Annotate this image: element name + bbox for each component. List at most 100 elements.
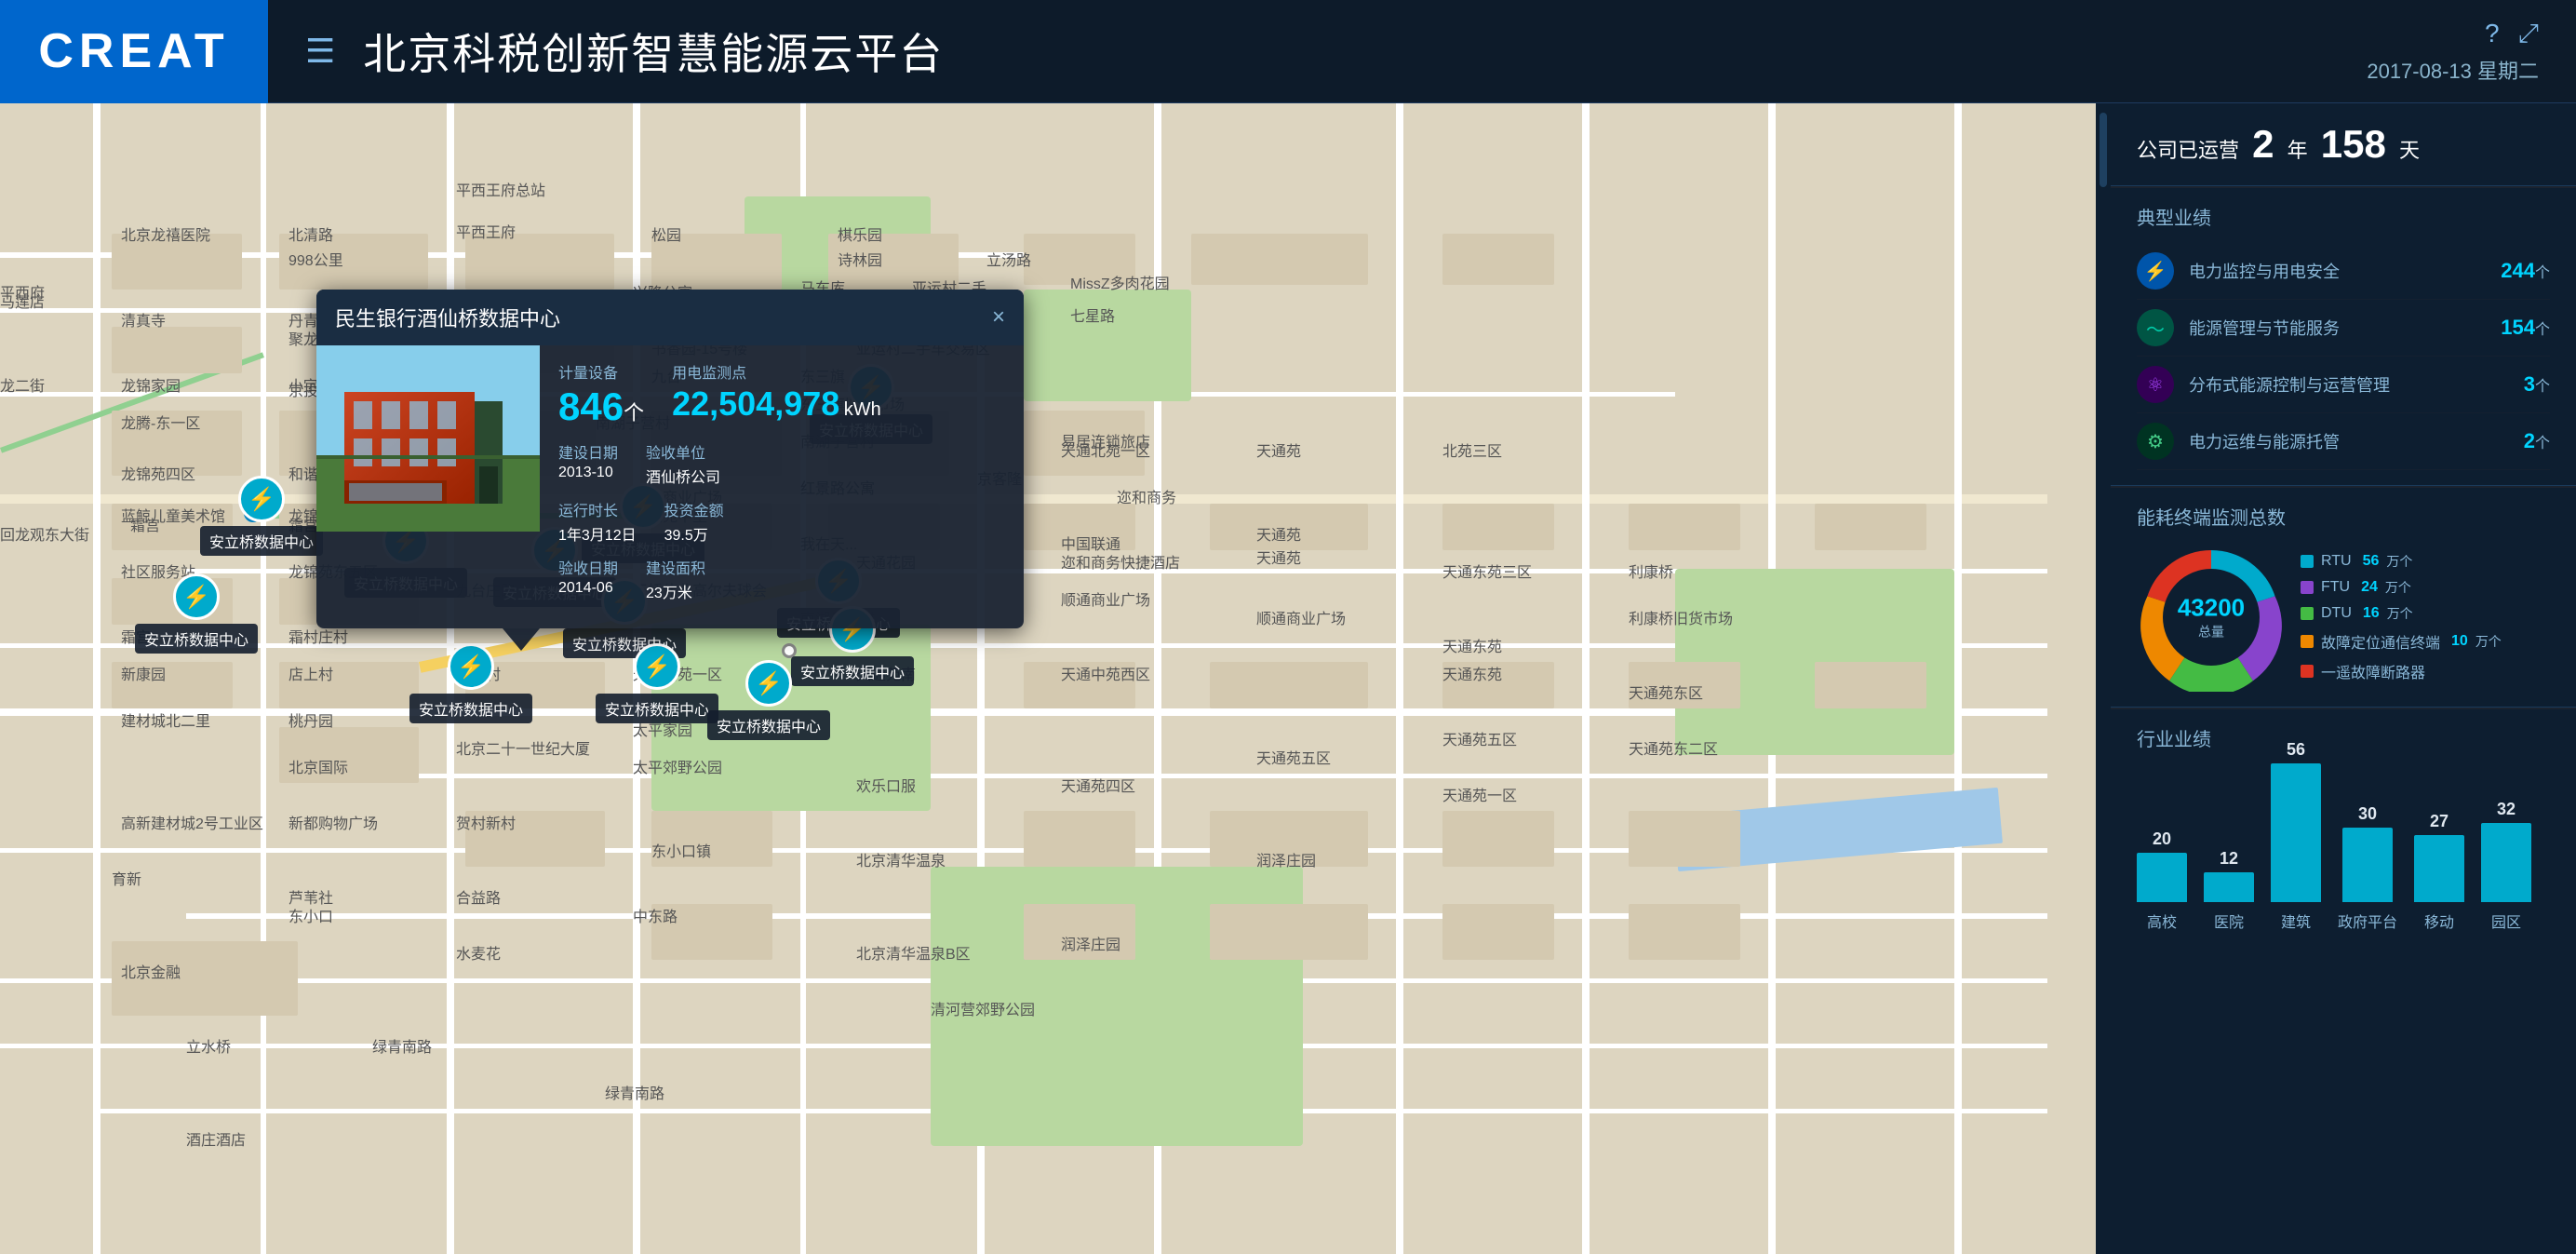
marker-label-9: 安立桥数据中心 (409, 694, 532, 723)
popup-row-4: 验收日期 2014-06 建设面积 23万米 (558, 556, 1005, 602)
datetime-label: 2017-08-13 星期二 (2367, 55, 2539, 85)
map-label: 利康桥旧货市场 (1629, 606, 1733, 628)
popup-field-build-date: 建设日期 2013-10 (558, 440, 618, 487)
map-label: 霜宫 (130, 513, 160, 535)
legend-text-breaker: 一遥故障断路器 (2321, 660, 2425, 682)
legend-dot-dtu (2301, 607, 2314, 620)
map-label: 北清路 (288, 222, 333, 245)
accept-date-value: 2014-06 (558, 580, 618, 597)
map-label: 清真寺 (121, 308, 166, 330)
logo-area: CREAT (0, 0, 268, 103)
block (1442, 811, 1554, 867)
marker-icon: ⚡ (634, 643, 680, 690)
map-label: 天通东苑 (1442, 662, 1502, 684)
marker-12[interactable]: ⚡ 安立桥数据中心 (707, 660, 830, 740)
marker-label-12: 安立桥数据中心 (707, 710, 830, 740)
map-label: 天通苑五区 (1442, 727, 1517, 749)
map-label: 天通苑 (1256, 546, 1301, 568)
right-panel: 公司已运营 2 年 158 天 典型业绩 ⚡ 电力监控与用电安全 244 个 〜… (2111, 103, 2576, 1254)
industry-perf-title: 行业业绩 (2137, 724, 2550, 751)
scroll-handle[interactable] (2100, 113, 2107, 187)
accept-org-label: 验收单位 (646, 440, 720, 463)
area-value: 23万米 (646, 580, 705, 602)
popup-field-runtime: 运行时长 1年3月12日 (558, 498, 637, 545)
energy-monitor-section: 能耗终端监测总数 (2111, 488, 2576, 708)
map-label: 欢乐口服 (856, 774, 916, 796)
block (1442, 234, 1554, 285)
marker-9[interactable]: ⚡ 安立桥数据中心 (409, 643, 532, 723)
build-date-label: 建设日期 (558, 440, 618, 463)
popup-content: 计量设备 846个 用电监测点 22,504,978 kWh (540, 345, 1024, 628)
block (1815, 504, 1926, 550)
donut-unit: 总量 (2178, 623, 2245, 641)
block (1815, 662, 1926, 708)
map-label: 天通苑东二区 (1629, 736, 1718, 759)
marker-icon: ⚡ (173, 573, 220, 620)
menu-icon[interactable]: ☰ (305, 32, 335, 71)
perf-item-4: ⚙ 电力运维与能源托管 2 个 (2137, 413, 2550, 470)
legend-unit-ftu: 万个 (2385, 578, 2411, 597)
popup-field-monitor: 用电监测点 22,504,978 kWh (672, 360, 881, 429)
map-label: 绿青南路 (605, 1081, 664, 1103)
expand-icon[interactable]: ⤢ (2518, 19, 2539, 49)
map-label: 利康桥 (1629, 560, 1673, 582)
marker-10[interactable]: ⚡ 安立桥数据中心 (596, 643, 718, 723)
perf-unit-2: 个 (2535, 317, 2550, 339)
map-label: 北京二十一世纪大厦 (456, 736, 590, 759)
popup-title: 民生银行酒仙桥数据中心 (335, 303, 560, 332)
marker-label-5: 安立桥数据中心 (135, 624, 258, 654)
legend-dot-breaker (2301, 665, 2314, 678)
legend-fault: 故障定位通信终端 10 万个 (2301, 630, 2502, 653)
accept-org-value: 酒仙桥公司 (646, 465, 720, 487)
road (1396, 103, 1403, 1254)
map-label: 平西王府总站 (456, 178, 545, 200)
map-label: 北京金融 (121, 960, 181, 982)
bar-val: 27 (2430, 812, 2449, 831)
marker-2[interactable]: ⚡ 安立桥数据中心 (200, 476, 323, 556)
legend-text-fault: 故障定位通信终端 (2321, 630, 2440, 653)
perf-icon-distributed: ⚛ (2137, 366, 2174, 403)
company-running-section: 公司已运营 2 年 158 天 (2111, 103, 2576, 186)
perf-item-2: 〜 能源管理与节能服务 154 个 (2137, 300, 2550, 357)
map-label: 天通苑四区 (1061, 774, 1135, 796)
accept-date-label: 验收日期 (558, 556, 618, 578)
device-count-value: 846个 (558, 384, 644, 429)
bar-val: 32 (2497, 800, 2516, 819)
legend-dtu: DTU 16 万个 (2301, 604, 2502, 623)
marker-5[interactable]: ⚡ 安立桥数据中心 (135, 573, 258, 654)
header-icons: ? ⤢ (2485, 19, 2539, 49)
map-label: 桃丹园 (288, 708, 333, 731)
map-label: 天通苑一区 (1442, 783, 1517, 805)
bar-val: 20 (2153, 829, 2171, 849)
build-date-value: 2013-10 (558, 465, 618, 481)
donut-chart: 43200 总量 (2137, 543, 2286, 692)
industry-perf-section: 行业业绩 20 高校 12 医院 56 建筑 30 政府平台 27 移动 32 … (2111, 709, 2576, 1254)
legend-rtu: RTU 56 万个 (2301, 552, 2502, 571)
legend-text-dtu: DTU (2321, 605, 2352, 622)
map-label: 天通苑五区 (1256, 746, 1331, 768)
days-value: 158 (2321, 122, 2386, 166)
marker-icon: ⚡ (448, 643, 494, 690)
road (93, 103, 101, 1254)
map-label: 北京清华温泉B区 (856, 941, 971, 964)
legend-dot-fault (2301, 635, 2314, 648)
block (1442, 504, 1554, 550)
map-label: 顺通商业广场 (1256, 606, 1346, 628)
scroll-strip[interactable] (2096, 103, 2111, 1254)
popup-close-button[interactable]: × (992, 304, 1005, 330)
road (261, 103, 266, 1254)
legend-unit-fault: 万个 (2475, 632, 2502, 651)
monitor-unit: kWh (844, 399, 881, 420)
perf-unit-3: 个 (2535, 373, 2550, 396)
popup-field-accept-org: 验收单位 酒仙桥公司 (646, 440, 720, 487)
perf-count-4: 2 (2524, 429, 2535, 453)
header: CREAT ☰ 北京科税创新智慧能源云平台 ? ⤢ 2017-08-13 星期二 (0, 0, 2576, 103)
popup-body: 计量设备 846个 用电监测点 22,504,978 kWh (316, 345, 1024, 628)
help-icon[interactable]: ? (2485, 19, 2500, 49)
map-label: 棋乐园 (838, 222, 882, 245)
legend-val-dtu: 16 (2363, 605, 2380, 622)
popup-row-main: 计量设备 846个 用电监测点 22,504,978 kWh (558, 360, 1005, 429)
popup-header: 民生银行酒仙桥数据中心 × (316, 290, 1024, 345)
popup-field-investment: 投资金额 39.5万 (664, 498, 724, 545)
popup-field-devices: 计量设备 846个 (558, 360, 644, 429)
